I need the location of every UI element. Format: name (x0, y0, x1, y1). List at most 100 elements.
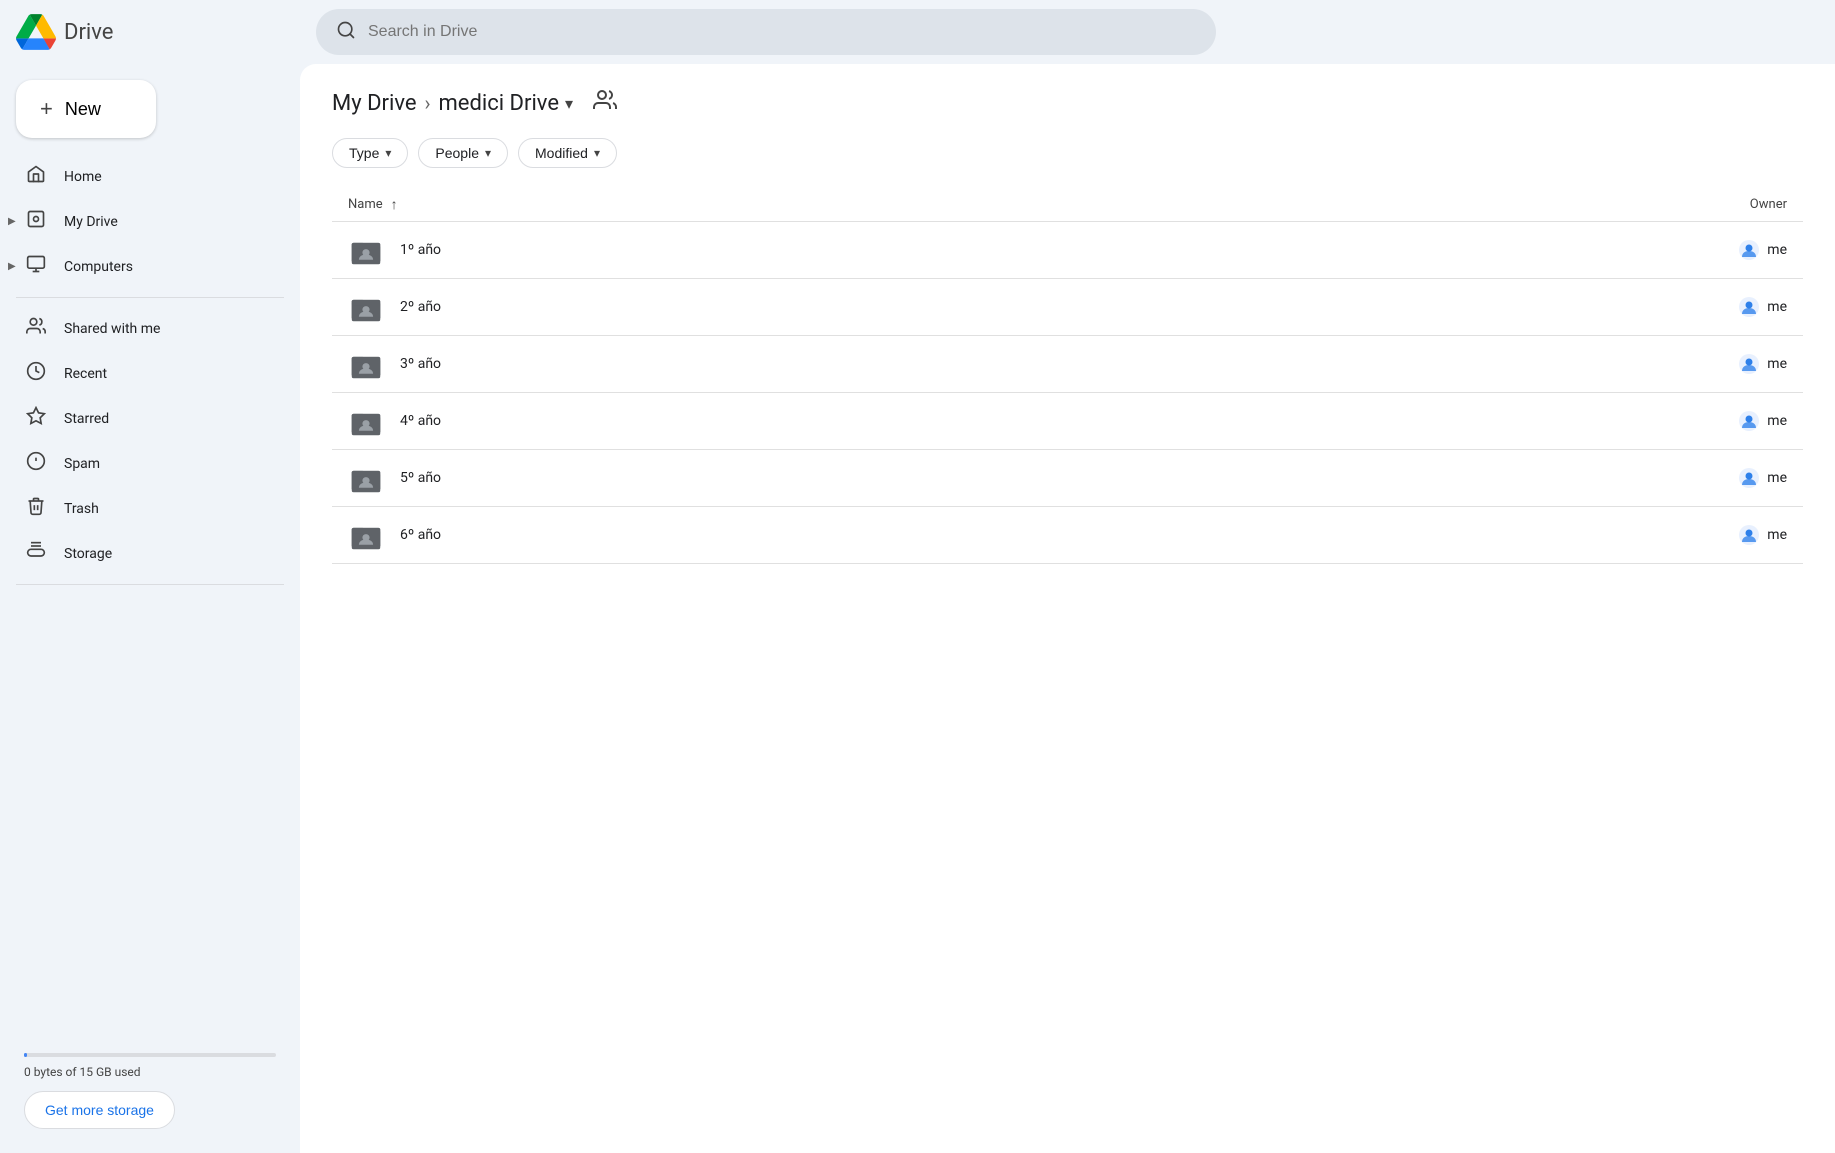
breadcrumb-separator: › (425, 91, 431, 115)
home-icon (24, 164, 48, 189)
storage-bar-bg (24, 1053, 276, 1057)
breadcrumb-dropdown-icon[interactable]: ▾ (565, 94, 573, 113)
file-name: 5º año (400, 470, 1627, 486)
table-row[interactable]: 3º año me (332, 336, 1803, 393)
owner-avatar-icon (1739, 525, 1759, 545)
sidebar-item-my-drive[interactable]: ▶ My Drive (0, 199, 284, 244)
table-row[interactable]: 1º año me (332, 222, 1803, 279)
owner-cell: me (1627, 525, 1787, 545)
owner-avatar-icon (1739, 354, 1759, 374)
col-owner-header: Owner (1627, 197, 1787, 212)
sidebar-item-computers[interactable]: ▶ Computers (0, 244, 284, 289)
folder-icon (348, 346, 384, 382)
spam-icon (24, 451, 48, 476)
computers-expand-icon: ▶ (8, 261, 16, 272)
search-icon (336, 20, 356, 45)
filter-type-label: Type (349, 145, 379, 161)
new-button-wrapper: + New (0, 72, 300, 154)
folder-icon (348, 403, 384, 439)
storage-section: 0 bytes of 15 GB used Get more storage (0, 1037, 300, 1145)
table-row[interactable]: 5º año me (332, 450, 1803, 507)
folder-icon (348, 232, 384, 268)
sidebar-divider-1 (16, 297, 284, 298)
owner-label: me (1767, 413, 1787, 429)
owner-label: me (1767, 356, 1787, 372)
sidebar-item-shared-label: Shared with me (64, 321, 160, 337)
table-row[interactable]: 4º año me (332, 393, 1803, 450)
sidebar-item-shared[interactable]: Shared with me (0, 306, 284, 351)
file-name: 3º año (400, 356, 1627, 372)
folder-icon (348, 289, 384, 325)
owner-cell: me (1627, 468, 1787, 488)
sidebar-item-trash-label: Trash (64, 501, 99, 517)
owner-avatar-icon (1739, 468, 1759, 488)
filter-row: Type ▾ People ▾ Modified ▾ (332, 138, 1803, 168)
starred-icon (24, 406, 48, 431)
sidebar-item-home[interactable]: Home (0, 154, 284, 199)
breadcrumb: My Drive › medici Drive ▾ (332, 88, 1803, 118)
owner-avatar-icon (1739, 411, 1759, 431)
breadcrumb-current-label: medici Drive (439, 91, 559, 116)
filter-modified[interactable]: Modified ▾ (518, 138, 617, 168)
filter-modified-arrow: ▾ (594, 146, 600, 160)
computers-icon (24, 254, 48, 279)
table-row[interactable]: 2º año me (332, 279, 1803, 336)
file-name: 2º año (400, 299, 1627, 315)
main-content: My Drive › medici Drive ▾ Type ▾ (300, 64, 1835, 1153)
my-drive-icon (24, 209, 48, 234)
col-owner-label: Owner (1750, 197, 1787, 212)
filter-type[interactable]: Type ▾ (332, 138, 408, 168)
new-button[interactable]: + New (16, 80, 156, 138)
sidebar-item-spam-label: Spam (64, 456, 100, 472)
breadcrumb-current[interactable]: medici Drive ▾ (439, 91, 574, 116)
sidebar-item-home-label: Home (64, 169, 102, 185)
manage-members-icon[interactable] (593, 88, 617, 118)
sidebar-item-spam[interactable]: Spam (0, 441, 284, 486)
get-storage-button[interactable]: Get more storage (24, 1091, 175, 1129)
storage-bar-fill (24, 1053, 27, 1057)
search-input[interactable] (368, 23, 1196, 41)
owner-cell: me (1627, 297, 1787, 317)
sidebar-item-storage-label: Storage (64, 546, 112, 562)
file-list: 1º año me (332, 222, 1803, 564)
file-name: 6º año (400, 527, 1627, 543)
sidebar-item-starred-label: Starred (64, 411, 109, 427)
filter-modified-label: Modified (535, 145, 588, 161)
topbar: Drive (0, 0, 1835, 64)
search-bar[interactable] (316, 9, 1216, 55)
folder-icon (348, 460, 384, 496)
owner-avatar-icon (1739, 240, 1759, 260)
owner-cell: me (1627, 354, 1787, 374)
owner-label: me (1767, 470, 1787, 486)
owner-avatar-icon (1739, 297, 1759, 317)
sort-icon: ↑ (391, 196, 398, 213)
owner-cell: me (1627, 411, 1787, 431)
sidebar-item-starred[interactable]: Starred (0, 396, 284, 441)
my-drive-expand-icon: ▶ (8, 216, 16, 227)
sidebar-item-storage[interactable]: Storage (0, 531, 284, 576)
owner-label: me (1767, 527, 1787, 543)
owner-label: me (1767, 242, 1787, 258)
file-name: 1º año (400, 242, 1627, 258)
app-title: Drive (64, 20, 113, 45)
shared-icon (24, 316, 48, 341)
file-list-header: Name ↑ Owner (332, 188, 1803, 222)
table-row[interactable]: 6º año me (332, 507, 1803, 564)
sidebar-item-recent-label: Recent (64, 366, 107, 382)
new-plus-icon: + (40, 96, 53, 122)
filter-people[interactable]: People ▾ (418, 138, 508, 168)
sidebar-item-computers-label: Computers (64, 259, 133, 275)
breadcrumb-parent[interactable]: My Drive (332, 91, 417, 116)
file-name: 4º año (400, 413, 1627, 429)
drive-logo-icon (16, 12, 56, 52)
main-layout: + New Home ▶ My Drive (0, 64, 1835, 1153)
sidebar-divider-2 (16, 584, 284, 585)
owner-cell: me (1627, 240, 1787, 260)
filter-type-arrow: ▾ (385, 146, 391, 160)
sidebar: + New Home ▶ My Drive (0, 64, 300, 1153)
folder-icon (348, 517, 384, 553)
storage-icon (24, 541, 48, 566)
sidebar-item-recent[interactable]: Recent (0, 351, 284, 396)
sidebar-item-trash[interactable]: Trash (0, 486, 284, 531)
col-name-header[interactable]: Name ↑ (348, 196, 1627, 213)
